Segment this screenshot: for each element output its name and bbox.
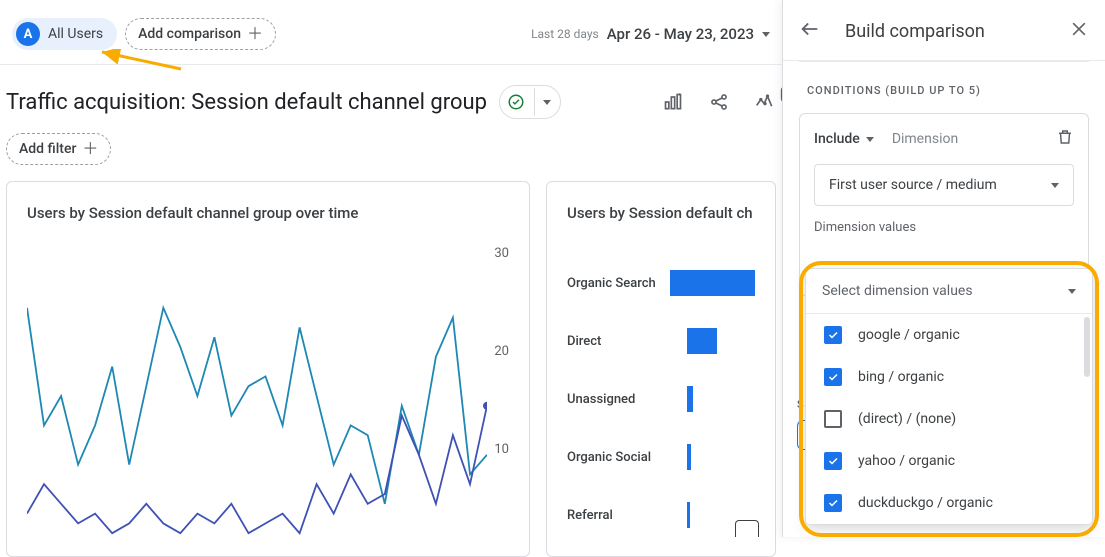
bar (670, 270, 755, 296)
chevron-down-icon (1068, 289, 1076, 294)
dimension-heading: Dimension (892, 131, 1038, 147)
conditions-header: CONDITIONS (BUILD UP TO 5) (799, 61, 1089, 113)
date-range-picker[interactable]: Last 28 days Apr 26 - May 23, 2023 (531, 25, 770, 43)
chevron-down-icon (762, 32, 770, 37)
back-arrow-icon[interactable] (799, 18, 821, 44)
dimension-select[interactable]: First user source / medium (814, 164, 1074, 206)
annotation-arrow (96, 49, 186, 73)
bar (687, 328, 717, 354)
footer-icon[interactable] (735, 520, 759, 537)
bar (687, 386, 693, 412)
line-chart: 30 20 10 (27, 246, 509, 546)
option-label: duckduckgo / organic (858, 495, 993, 511)
checkbox-checked[interactable] (824, 494, 842, 512)
option-label: yahoo / organic (858, 453, 955, 469)
check-circle-icon (502, 88, 530, 116)
bar-chart-card: Users by Session default ch Organic Sear… (546, 181, 776, 557)
y-tick: 20 (494, 344, 509, 359)
option-label: google / organic (858, 327, 960, 343)
bar-chart-title: Users by Session default ch (567, 204, 755, 222)
bar-label: Direct (567, 334, 677, 349)
y-tick: 30 (494, 246, 509, 261)
chevron-down-icon (1051, 183, 1059, 188)
filter-row: Add filter ＋ (0, 129, 782, 181)
page-title: Traffic acquisition: Session default cha… (6, 90, 487, 115)
bar-row[interactable]: Referral (567, 502, 755, 528)
bar (687, 444, 691, 470)
dimension-values-dropdown: Select dimension values google / organic… (805, 268, 1093, 525)
add-comparison-label: Add comparison (138, 26, 241, 42)
line-chart-card: Users by Session default channel group o… (6, 181, 530, 557)
scrollbar[interactable] (1084, 317, 1090, 377)
line-chart-title: Users by Session default channel group o… (27, 204, 509, 222)
include-toggle[interactable]: Include (814, 131, 874, 147)
bar-label: Organic Social (567, 450, 677, 465)
segment-chip-all-users[interactable]: A All Users (12, 18, 117, 50)
bar-label: Unassigned (567, 392, 677, 407)
dimension-value: First user source / medium (829, 177, 997, 193)
dropdown-option[interactable]: yahoo / organic (806, 440, 1092, 482)
checkbox-checked[interactable] (824, 326, 842, 344)
bar (687, 502, 690, 528)
dropdown-option[interactable]: duckduckgo / organic (806, 482, 1092, 524)
segment-badge: A (16, 22, 40, 46)
option-label: bing / organic (858, 369, 944, 385)
add-filter-label: Add filter (19, 141, 76, 157)
segment-label: All Users (48, 26, 103, 42)
status-dropdown[interactable] (534, 88, 558, 116)
dimension-values-label: Dimension values (814, 220, 1074, 235)
checkbox-checked[interactable] (824, 452, 842, 470)
panel-title: Build comparison (845, 21, 985, 42)
bar-row[interactable]: Organic Search (567, 270, 755, 296)
date-context: Last 28 days (531, 27, 599, 41)
checkbox[interactable] (824, 410, 842, 428)
dropdown-option[interactable]: google / organic (806, 314, 1092, 356)
main-report-area: A All Users Add comparison ＋ Last 28 day… (0, 0, 782, 537)
y-tick: 10 (494, 442, 509, 457)
date-range-value: Apr 26 - May 23, 2023 (607, 25, 754, 43)
share-icon[interactable] (708, 91, 730, 113)
dropdown-option[interactable]: (direct) / (none) (806, 398, 1092, 440)
bar-row[interactable]: Unassigned (567, 386, 755, 412)
bar-chart: Organic Search Direct Unassigned Organic So… (567, 246, 755, 528)
status-chip[interactable] (499, 85, 561, 119)
chevron-down-icon (543, 100, 551, 105)
option-label: (direct) / (none) (858, 411, 956, 427)
bar-label: Organic Search (567, 276, 660, 291)
chevron-down-icon (866, 137, 874, 142)
customize-icon[interactable] (662, 91, 684, 113)
panel-header: Build comparison (783, 0, 1105, 61)
report-title-bar: Traffic acquisition: Session default cha… (0, 65, 782, 129)
bar-row[interactable]: Direct (567, 328, 755, 354)
add-filter-button[interactable]: Add filter ＋ (6, 133, 111, 165)
plus-icon: ＋ (247, 26, 263, 42)
add-comparison-button[interactable]: Add comparison ＋ (125, 18, 276, 50)
close-icon[interactable] (1069, 19, 1089, 43)
delete-icon[interactable] (1056, 128, 1074, 150)
bar-row[interactable]: Organic Social (567, 444, 755, 470)
checkbox-checked[interactable] (824, 368, 842, 386)
dropdown-placeholder: Select dimension values (822, 283, 973, 299)
plus-icon: ＋ (82, 141, 98, 157)
dropdown-trigger[interactable]: Select dimension values (806, 269, 1092, 313)
dropdown-option[interactable]: bing / organic (806, 356, 1092, 398)
dropdown-options: google / organic bing / organic (direct) /… (806, 313, 1092, 524)
bar-label: Referral (567, 508, 677, 523)
